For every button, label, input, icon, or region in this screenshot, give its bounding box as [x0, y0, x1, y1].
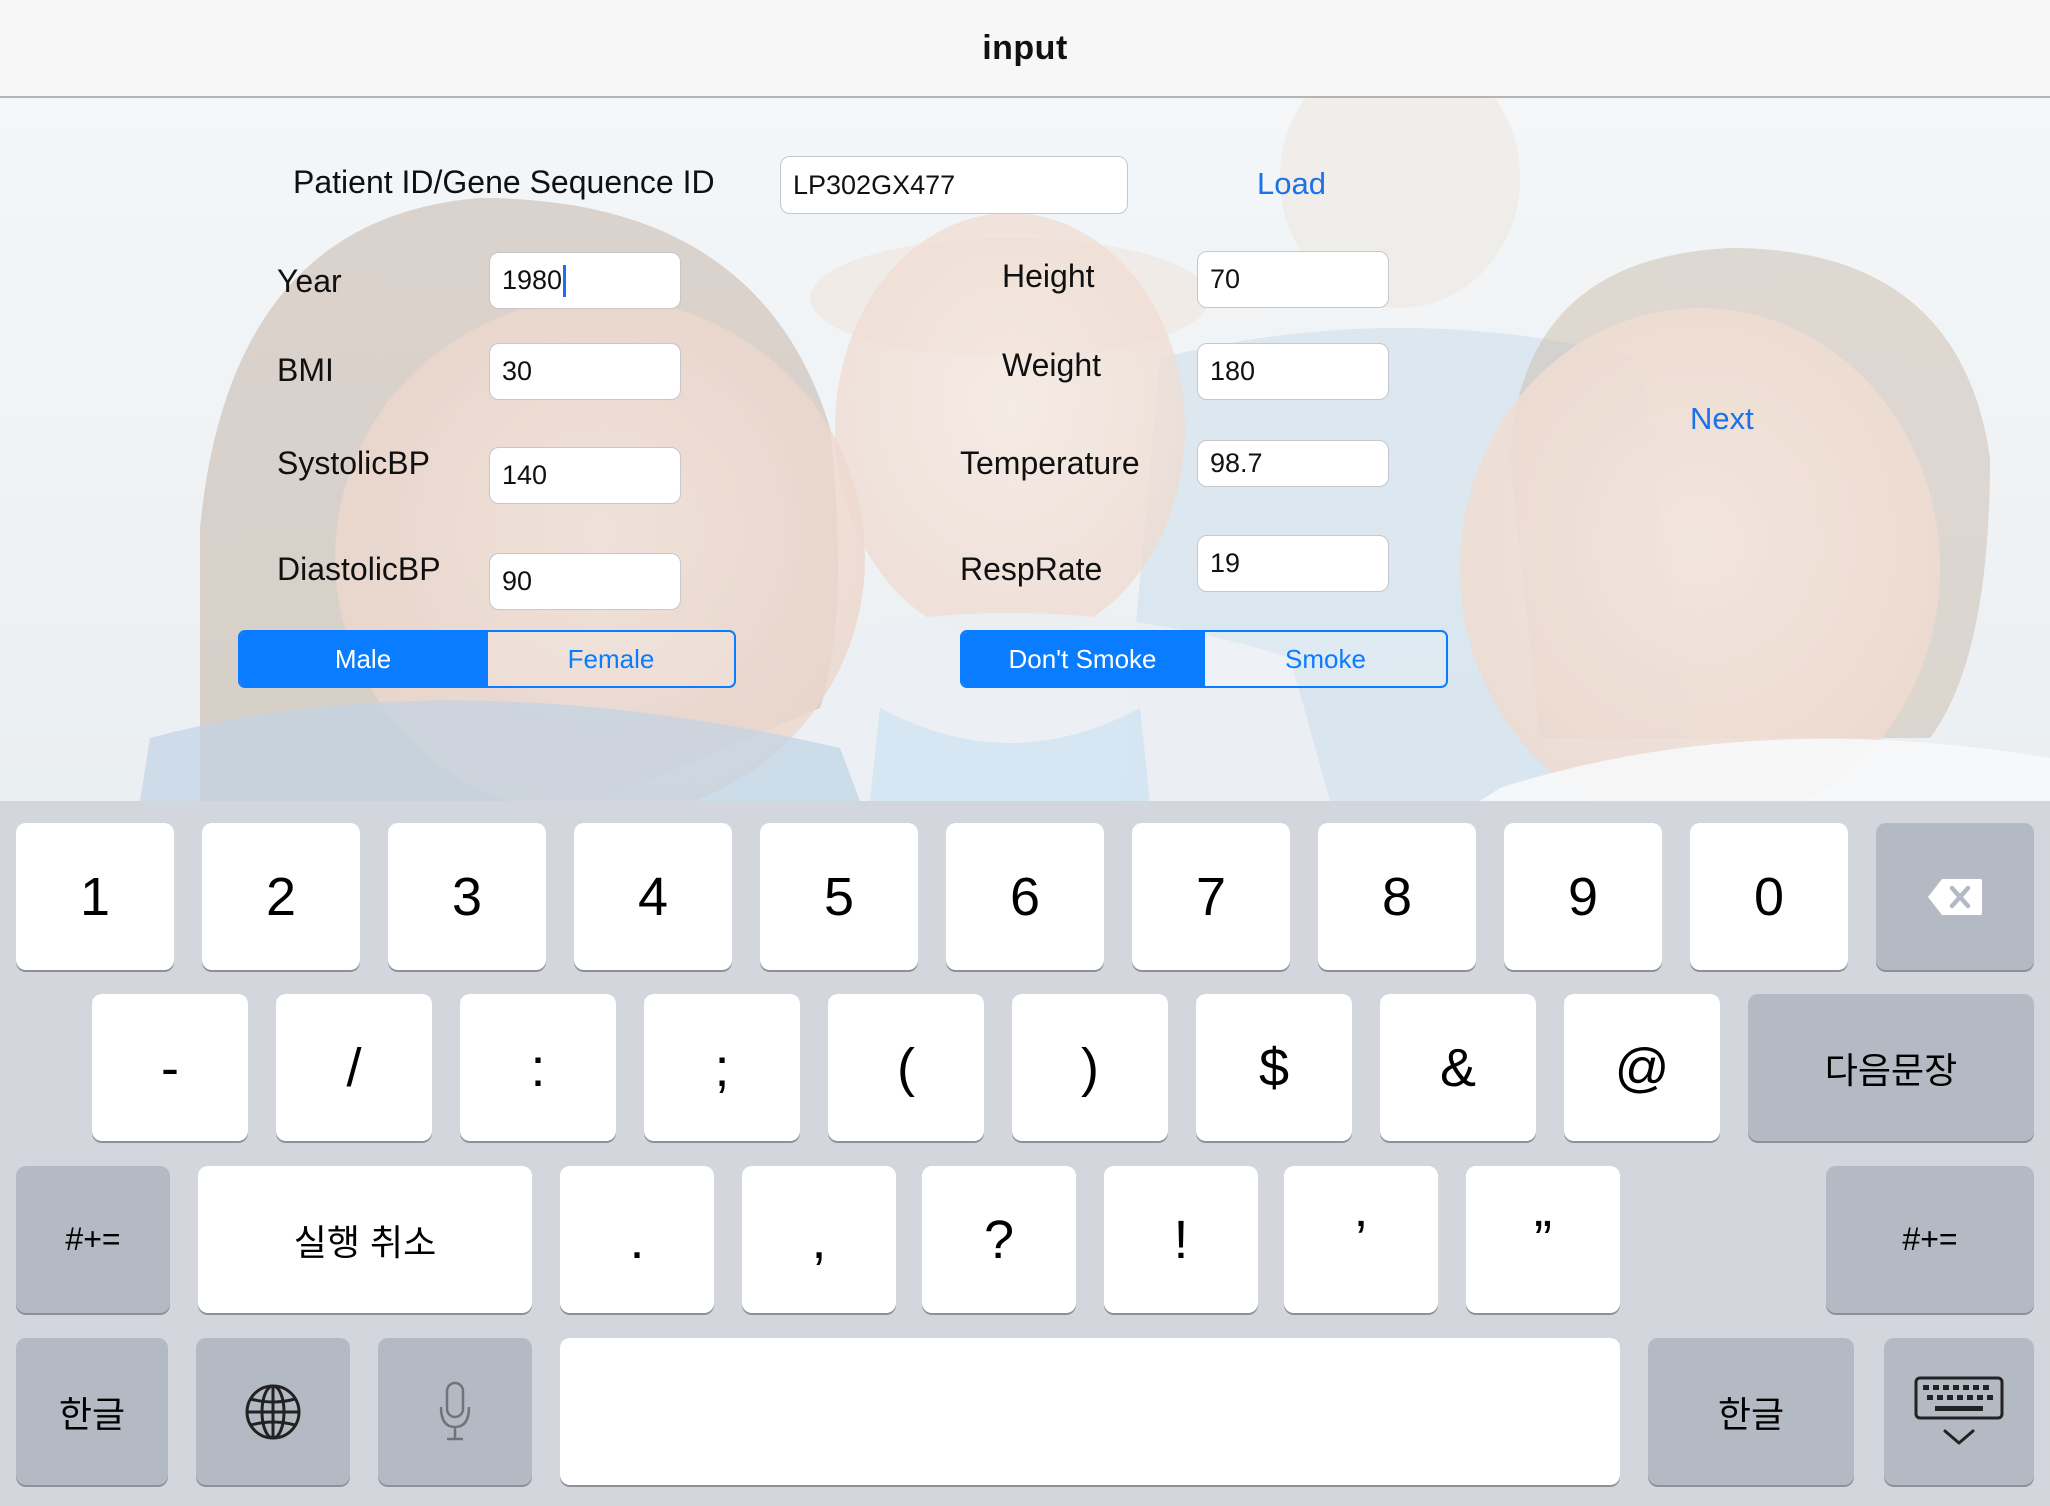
- diastolic-bp-label: DiastolicBP: [277, 551, 441, 587]
- temperature-field[interactable]: 98.7: [1197, 440, 1389, 487]
- temperature-value: 98.7: [1210, 448, 1263, 478]
- key-comma[interactable]: ,: [742, 1166, 896, 1313]
- year-label: Year: [277, 263, 342, 299]
- next-button[interactable]: Next: [1690, 401, 1754, 437]
- systolic-bp-label: SystolicBP: [277, 445, 430, 481]
- height-value: 70: [1210, 264, 1241, 294]
- keyboard-dismiss-icon: [1914, 1376, 2004, 1444]
- systolic-bp-value: 140: [502, 460, 548, 490]
- dictation-key[interactable]: [378, 1338, 532, 1485]
- key-4[interactable]: 4: [574, 823, 732, 970]
- on-screen-keyboard: 1 2 3 4 5 6 7 8 9 0 - / : ; ( ) $ & @ 다음…: [0, 801, 2050, 1506]
- key-quote[interactable]: ”: [1466, 1166, 1620, 1313]
- load-button[interactable]: Load: [1257, 166, 1326, 202]
- key-2[interactable]: 2: [202, 823, 360, 970]
- key-semicolon[interactable]: ;: [644, 994, 800, 1141]
- space-key[interactable]: [560, 1338, 1620, 1485]
- resp-rate-field[interactable]: 19: [1197, 535, 1389, 592]
- bmi-field[interactable]: 30: [489, 343, 681, 400]
- smoking-segmented-control: Don't Smoke Smoke: [960, 630, 1448, 688]
- dismiss-keyboard-key[interactable]: [1884, 1338, 2034, 1485]
- symbols-key-left[interactable]: #+=: [16, 1166, 170, 1313]
- key-close-paren[interactable]: ): [1012, 994, 1168, 1141]
- globe-key[interactable]: [196, 1338, 350, 1485]
- temperature-label: Temperature: [960, 445, 1140, 481]
- key-dollar[interactable]: $: [1196, 994, 1352, 1141]
- patient-id-field[interactable]: LP302GX477: [780, 156, 1128, 214]
- key-hyphen[interactable]: -: [92, 994, 248, 1141]
- undo-key[interactable]: 실행 취소: [198, 1166, 532, 1313]
- key-at[interactable]: @: [1564, 994, 1720, 1141]
- language-key-left[interactable]: 한글: [16, 1338, 168, 1485]
- smoking-option-dont-smoke[interactable]: Don't Smoke: [962, 632, 1203, 686]
- globe-icon: [245, 1384, 301, 1439]
- key-question[interactable]: ?: [922, 1166, 1076, 1313]
- key-8[interactable]: 8: [1318, 823, 1476, 970]
- height-label: Height: [1002, 258, 1095, 294]
- key-0[interactable]: 0: [1690, 823, 1848, 970]
- language-key-right[interactable]: 한글: [1648, 1338, 1854, 1485]
- key-period[interactable]: .: [560, 1166, 714, 1313]
- gender-segmented-control: Male Female: [238, 630, 736, 688]
- key-apostrophe[interactable]: ’: [1284, 1166, 1438, 1313]
- patient-id-value: LP302GX477: [793, 169, 956, 200]
- key-open-paren[interactable]: (: [828, 994, 984, 1141]
- key-slash[interactable]: /: [276, 994, 432, 1141]
- weight-value: 180: [1210, 356, 1256, 386]
- gender-option-female[interactable]: Female: [486, 632, 734, 686]
- year-field[interactable]: 1980: [489, 252, 681, 309]
- backspace-key[interactable]: [1876, 823, 2034, 970]
- bmi-value: 30: [502, 356, 533, 386]
- backspace-icon: [1928, 878, 1982, 915]
- return-key[interactable]: 다음문장: [1748, 994, 2034, 1141]
- key-3[interactable]: 3: [388, 823, 546, 970]
- key-5[interactable]: 5: [760, 823, 918, 970]
- text-cursor: [563, 264, 567, 297]
- key-exclamation[interactable]: !: [1104, 1166, 1258, 1313]
- resp-rate-value: 19: [1210, 548, 1241, 578]
- navigation-bar: input: [0, 0, 2050, 98]
- weight-label: Weight: [1002, 347, 1102, 383]
- key-1[interactable]: 1: [16, 823, 174, 970]
- microphone-icon: [439, 1381, 471, 1440]
- patient-id-label: Patient ID/Gene Sequence ID: [293, 164, 715, 200]
- year-value: 1980: [502, 265, 563, 295]
- form-area: Patient ID/Gene Sequence ID LP302GX477 L…: [0, 98, 2050, 801]
- diastolic-bp-value: 90: [502, 566, 533, 596]
- key-9[interactable]: 9: [1504, 823, 1662, 970]
- height-field[interactable]: 70: [1197, 251, 1389, 308]
- key-6[interactable]: 6: [946, 823, 1104, 970]
- symbols-key-right[interactable]: #+=: [1826, 1166, 2034, 1313]
- key-colon[interactable]: :: [460, 994, 616, 1141]
- diastolic-bp-field[interactable]: 90: [489, 553, 681, 610]
- systolic-bp-field[interactable]: 140: [489, 447, 681, 504]
- key-ampersand[interactable]: &: [1380, 994, 1536, 1141]
- smoking-option-smoke[interactable]: Smoke: [1203, 632, 1446, 686]
- gender-option-male[interactable]: Male: [240, 632, 486, 686]
- resp-rate-label: RespRate: [960, 551, 1103, 587]
- bmi-label: BMI: [277, 352, 334, 388]
- weight-field[interactable]: 180: [1197, 343, 1389, 400]
- key-7[interactable]: 7: [1132, 823, 1290, 970]
- page-title: input: [982, 28, 1068, 67]
